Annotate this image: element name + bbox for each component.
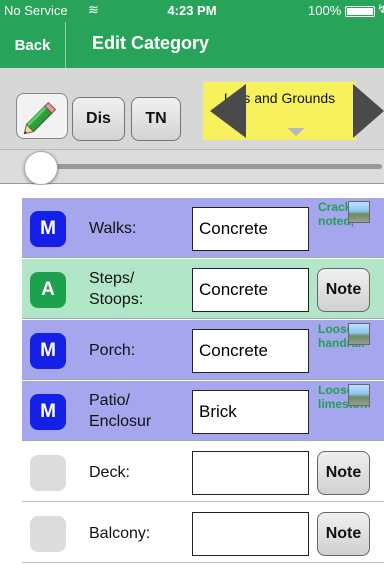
- previous-category-arrow-icon[interactable]: [210, 84, 246, 138]
- page-title: Edit Category: [92, 33, 210, 53]
- rating-badge[interactable]: [30, 516, 66, 552]
- material-field[interactable]: [192, 451, 309, 495]
- material-field[interactable]: Concrete: [192, 329, 309, 373]
- battery-icon: [345, 6, 375, 17]
- material-field[interactable]: Concrete: [192, 207, 309, 251]
- battery-percent: 100%: [308, 3, 342, 18]
- pencil-icon: [23, 101, 57, 135]
- photo-thumbnail[interactable]: [348, 384, 370, 406]
- item-label: Walks:: [89, 219, 137, 237]
- slider-knob[interactable]: [24, 151, 58, 185]
- list-item-balcony[interactable]: Balcony: Note: [22, 503, 384, 563]
- rating-badge[interactable]: M: [30, 211, 66, 247]
- photo-thumbnail[interactable]: [348, 323, 370, 345]
- item-label: Porch:: [89, 341, 136, 359]
- rating-badge[interactable]: M: [30, 394, 66, 430]
- chevron-down-icon: [287, 128, 305, 136]
- rating-badge[interactable]: A: [30, 272, 66, 308]
- list-item-walks[interactable]: M Walks: Concrete Cracks noted,: [22, 198, 384, 258]
- back-button[interactable]: Back: [0, 22, 66, 68]
- note-button[interactable]: Note: [317, 268, 370, 312]
- item-label: Patio/ Enclosur: [89, 392, 152, 430]
- list-item-deck[interactable]: Deck: Note: [22, 442, 384, 502]
- photo-thumbnail[interactable]: [348, 201, 370, 223]
- item-label: Deck:: [89, 463, 130, 481]
- list-item-patio-enclosure[interactable]: M Patio/ Enclosur Brick Loose limestone: [22, 381, 384, 441]
- list-item-steps-stoops[interactable]: A Steps/ Stoops: Concrete Note: [22, 259, 384, 319]
- rating-badge[interactable]: [30, 455, 66, 491]
- note-button[interactable]: Note: [317, 451, 370, 495]
- dis-button[interactable]: Dis: [72, 97, 125, 141]
- item-list: M Walks: Concrete Cracks noted, A Steps/…: [0, 185, 384, 577]
- note-button[interactable]: Note: [317, 512, 370, 556]
- status-bar: No Service ≋ 4:23 PM 100% ↯: [0, 0, 384, 22]
- material-field[interactable]: Brick: [192, 390, 309, 434]
- material-field[interactable]: [192, 512, 309, 556]
- charging-icon: ↯: [377, 2, 384, 16]
- item-label: Balcony:: [89, 524, 151, 542]
- rating-badge[interactable]: M: [30, 333, 66, 369]
- slider-track[interactable]: [30, 164, 382, 169]
- tn-button[interactable]: TN: [131, 97, 181, 141]
- next-category-arrow-icon[interactable]: [353, 84, 384, 138]
- edit-pencil-button[interactable]: [16, 93, 68, 139]
- list-item-porch[interactable]: M Porch: Concrete Loose handrail: [22, 320, 384, 380]
- material-field[interactable]: Concrete: [192, 268, 309, 312]
- navigation-bar: Back Edit Category: [0, 22, 384, 68]
- item-label: Steps/ Stoops:: [89, 270, 144, 308]
